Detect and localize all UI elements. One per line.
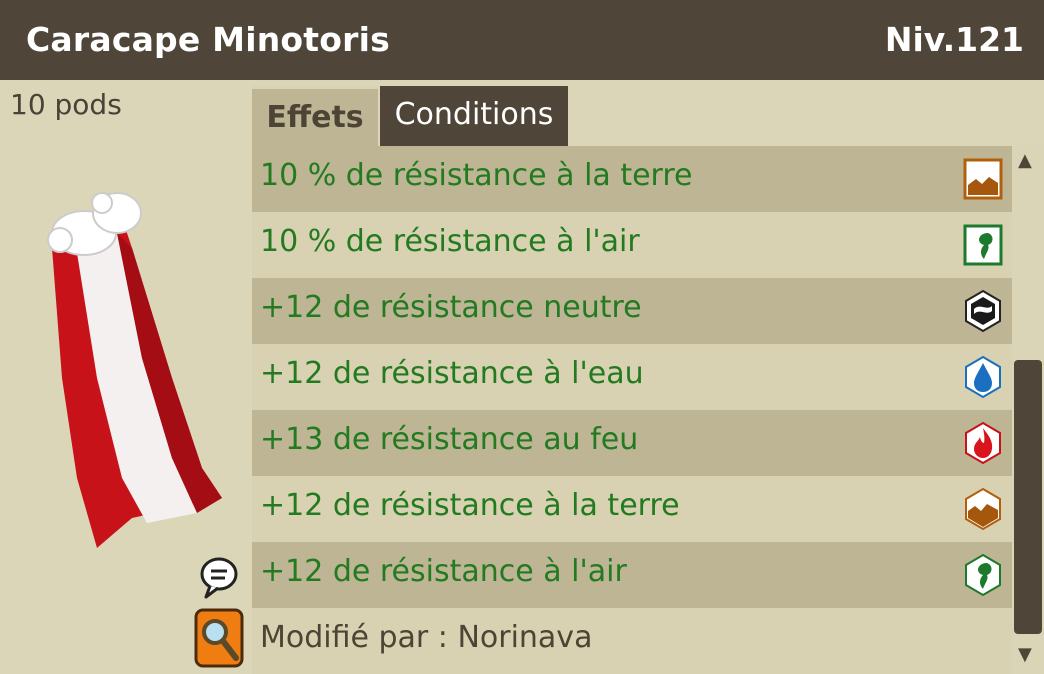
water-icon <box>965 355 1001 399</box>
effect-row: +13 de résistance au feu <box>252 410 1012 476</box>
effect-row: +12 de résistance à l'eau <box>252 344 1012 410</box>
effect-text: 10 % de résistance à la terre <box>260 158 693 193</box>
item-weight: 10 pods <box>10 88 122 121</box>
scroll-down-arrow-icon[interactable]: ▼ <box>1018 644 1032 665</box>
scrollbar-thumb[interactable] <box>1014 360 1042 634</box>
modified-by-row: Modifié par : Norinava <box>252 608 1012 674</box>
tab-conditions[interactable]: Conditions <box>380 86 568 146</box>
effect-text: +13 de résistance au feu <box>260 422 639 457</box>
title-bar: Caracape Minotoris Niv.121 <box>0 0 1044 80</box>
neutral-icon <box>965 289 1001 333</box>
air-icon <box>965 553 1001 597</box>
effect-text: +12 de résistance à l'eau <box>260 356 644 391</box>
item-image-cape <box>47 192 222 548</box>
modified-by-text: Modifié par : Norinava <box>260 620 593 655</box>
effect-row: 10 % de résistance à la terre <box>252 146 1012 212</box>
item-name: Caracape Minotoris <box>26 20 390 59</box>
tab-effets[interactable]: Effets <box>252 86 378 146</box>
effect-row: +12 de résistance à l'air <box>252 542 1012 608</box>
item-level: Niv.121 <box>884 20 1024 59</box>
earth-icon <box>965 487 1001 531</box>
effect-row: +12 de résistance à la terre <box>252 476 1012 542</box>
effect-row: +12 de résistance neutre <box>252 278 1012 344</box>
effect-text: +12 de résistance à l'air <box>260 554 627 589</box>
air-percent-icon <box>963 224 1003 266</box>
effect-text: +12 de résistance neutre <box>260 290 642 325</box>
scroll-up-arrow-icon[interactable]: ▲ <box>1018 150 1032 171</box>
search-icon[interactable] <box>194 608 244 668</box>
effect-text: 10 % de résistance à l'air <box>260 224 640 259</box>
effect-text: +12 de résistance à la terre <box>260 488 680 523</box>
effect-row: 10 % de résistance à l'air <box>252 212 1012 278</box>
fire-icon <box>965 421 1001 465</box>
tab-bar: Effets Conditions <box>252 80 1044 146</box>
earth-percent-icon <box>963 158 1003 200</box>
chat-icon[interactable] <box>198 556 240 600</box>
effects-list: 10 % de résistance à la terre 10 % de ré… <box>252 146 1012 674</box>
